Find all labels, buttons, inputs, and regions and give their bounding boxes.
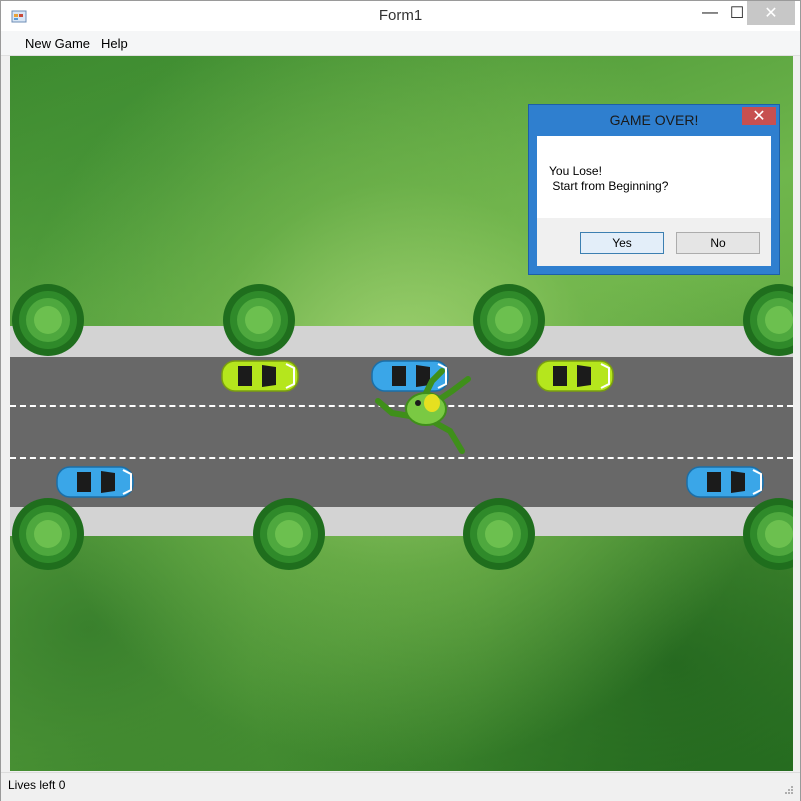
dialog-close-button[interactable]: ✕: [742, 107, 776, 125]
lives-label: Lives left 0: [8, 778, 66, 792]
dialog-body: You Lose! Start from Beginning? Yes No: [537, 136, 771, 266]
tree-icon: [253, 498, 325, 570]
tree-icon: [473, 284, 545, 356]
car-icon: [56, 466, 134, 498]
dialog-message-line2: Start from Beginning?: [549, 179, 669, 193]
menu-new-game[interactable]: New Game: [25, 36, 90, 51]
no-button[interactable]: No: [676, 232, 760, 254]
tree-icon: [743, 284, 793, 356]
car-icon: [686, 466, 764, 498]
tree-icon: [12, 498, 84, 570]
resize-grip-icon[interactable]: [784, 785, 794, 795]
car-icon: [536, 360, 614, 392]
tree-icon: [463, 498, 535, 570]
dialog-button-area: Yes No: [537, 218, 771, 266]
tree-icon: [12, 284, 84, 356]
game-over-dialog: GAME OVER! ✕ You Lose! Start from Beginn…: [528, 104, 780, 275]
frog-icon: [375, 368, 471, 454]
menu-help[interactable]: Help: [101, 36, 128, 51]
car-icon: [221, 360, 299, 392]
title-bar[interactable]: Form1 — ☐ ✕: [1, 1, 800, 31]
yes-button[interactable]: Yes: [580, 232, 664, 254]
tree-icon: [223, 284, 295, 356]
tree-icon: [743, 498, 793, 570]
app-window: Form1 — ☐ ✕ New Game Help GAME OVER! ✕ Y…: [0, 0, 801, 801]
menu-bar: New Game Help: [1, 31, 800, 56]
status-bar: Lives left 0: [1, 772, 800, 801]
sidewalk-bottom: [10, 506, 793, 536]
dialog-message-line1: You Lose!: [549, 164, 602, 178]
close-button[interactable]: ✕: [747, 1, 795, 25]
window-title: Form1: [378, 7, 423, 24]
